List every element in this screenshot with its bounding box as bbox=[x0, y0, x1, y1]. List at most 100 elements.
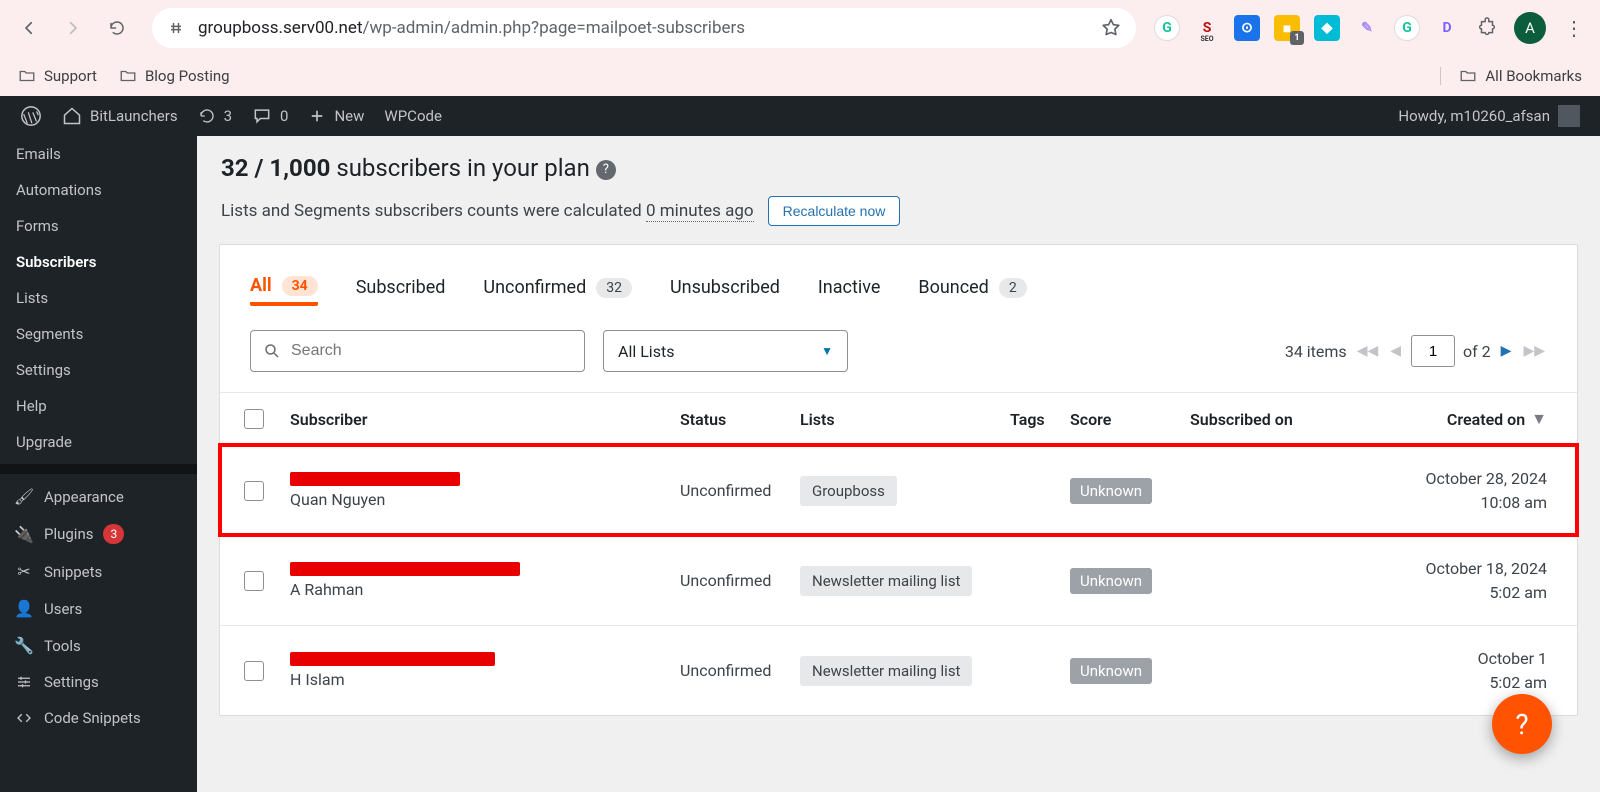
plugins-count-badge: 3 bbox=[103, 524, 124, 544]
row-checkbox[interactable] bbox=[244, 661, 264, 681]
sidebar-segments[interactable]: Segments bbox=[0, 316, 197, 352]
wrench-icon: 🔧 bbox=[14, 636, 34, 655]
items-count: 34 items bbox=[1285, 342, 1347, 361]
extensions-puzzle-icon[interactable] bbox=[1474, 15, 1500, 41]
ext-grammarly-icon[interactable]: G bbox=[1154, 15, 1180, 41]
list-chip[interactable]: Newsletter mailing list bbox=[800, 656, 972, 686]
search-icon bbox=[263, 342, 281, 360]
row-checkbox[interactable] bbox=[244, 481, 264, 501]
score-chip: Unknown bbox=[1070, 658, 1152, 684]
reload-button[interactable] bbox=[100, 11, 134, 45]
sidebar-plugins[interactable]: 🔌 Plugins 3 bbox=[0, 515, 197, 553]
ext-blue-icon[interactable]: ⊙ bbox=[1234, 15, 1260, 41]
comments-indicator[interactable]: 0 bbox=[242, 96, 298, 136]
comment-icon bbox=[252, 106, 272, 126]
tab-unsubscribed[interactable]: Unsubscribed bbox=[670, 275, 780, 300]
ext-g2-icon[interactable]: G bbox=[1394, 15, 1420, 41]
status-cell: Unconfirmed bbox=[680, 571, 800, 590]
ext-pen-icon[interactable]: ✎ bbox=[1354, 15, 1380, 41]
sidebar-help[interactable]: Help bbox=[0, 388, 197, 424]
recalculate-button[interactable]: Recalculate now bbox=[768, 196, 901, 226]
sidebar-snippets[interactable]: ✂ Snippets bbox=[0, 553, 197, 590]
select-all-checkbox[interactable] bbox=[244, 409, 264, 429]
extensions-row: G SSEO ⊙ ■1 ◆ ✎ G D A ⋮ bbox=[1154, 12, 1588, 44]
bookmark-support[interactable]: Support bbox=[18, 67, 97, 85]
redacted-email bbox=[290, 652, 495, 666]
ext-yellow-icon[interactable]: ■1 bbox=[1274, 15, 1300, 41]
created-date: October 15:02 am bbox=[1360, 647, 1567, 695]
wp-admin-bar: BitLaunchers 3 0 New WPCode Howdy, m1026… bbox=[0, 96, 1600, 136]
tab-subscribed[interactable]: Subscribed bbox=[356, 275, 446, 300]
sliders-icon bbox=[14, 673, 34, 691]
page-next-icon[interactable]: ▶ bbox=[1499, 343, 1514, 359]
folder-icon bbox=[1459, 67, 1477, 85]
star-icon[interactable] bbox=[1100, 17, 1122, 39]
sidebar-lists[interactable]: Lists bbox=[0, 280, 197, 316]
list-filter-select[interactable]: All Lists ▼ bbox=[603, 330, 848, 372]
page-prev-icon[interactable]: ◀ bbox=[1388, 343, 1403, 359]
sort-created-on[interactable]: Created on ▼ bbox=[1360, 409, 1567, 429]
pagination: 34 items ◀◀ ◀ of 2 ▶ ▶▶ bbox=[1285, 335, 1547, 367]
wpcode-link[interactable]: WPCode bbox=[374, 96, 452, 136]
update-icon bbox=[198, 107, 216, 125]
page-number-input[interactable] bbox=[1411, 335, 1455, 367]
table-row[interactable]: H Islam Unconfirmed Newsletter mailing l… bbox=[220, 625, 1577, 715]
all-bookmarks[interactable]: All Bookmarks bbox=[1440, 67, 1582, 85]
tab-inactive[interactable]: Inactive bbox=[818, 275, 880, 300]
row-checkbox[interactable] bbox=[244, 571, 264, 591]
list-chip[interactable]: Groupboss bbox=[800, 476, 897, 506]
subscriber-name: H Islam bbox=[290, 670, 680, 689]
ext-seo-icon[interactable]: SSEO bbox=[1194, 15, 1220, 41]
tab-unconfirmed[interactable]: Unconfirmed32 bbox=[483, 275, 632, 300]
sidebar-subscribers[interactable]: Subscribers bbox=[0, 244, 197, 280]
tab-bounced[interactable]: Bounced2 bbox=[918, 275, 1026, 300]
browser-top-bar: groupboss.serv00.net/wp-admin/admin.php?… bbox=[0, 0, 1600, 56]
arrow-right-icon bbox=[64, 19, 82, 37]
sidebar-appearance[interactable]: 🖌 Appearance bbox=[0, 478, 197, 515]
chrome-menu-icon[interactable]: ⋮ bbox=[1560, 16, 1588, 40]
tab-all[interactable]: All34 bbox=[250, 275, 318, 306]
folder-icon bbox=[119, 67, 137, 85]
new-content[interactable]: New bbox=[298, 96, 374, 136]
subscriber-name: A Rahman bbox=[290, 580, 680, 599]
search-input[interactable] bbox=[250, 330, 585, 372]
sidebar-users[interactable]: 👤 Users bbox=[0, 590, 197, 627]
forward-button[interactable] bbox=[56, 11, 90, 45]
list-chip[interactable]: Newsletter mailing list bbox=[800, 566, 972, 596]
wp-logo[interactable] bbox=[10, 96, 52, 136]
page-last-icon[interactable]: ▶▶ bbox=[1521, 343, 1547, 359]
url-text: groupboss.serv00.net/wp-admin/admin.php?… bbox=[198, 18, 1088, 38]
arrow-left-icon bbox=[20, 19, 38, 37]
folder-icon bbox=[18, 67, 36, 85]
table-row[interactable]: Quan Nguyen Unconfirmed Groupboss Unknow… bbox=[220, 445, 1577, 535]
sidebar-upgrade[interactable]: Upgrade bbox=[0, 424, 197, 460]
help-fab[interactable]: ? bbox=[1492, 694, 1552, 754]
table-row[interactable]: A Rahman Unconfirmed Newsletter mailing … bbox=[220, 535, 1577, 625]
sort-desc-icon: ▼ bbox=[1531, 409, 1547, 429]
updates-indicator[interactable]: 3 bbox=[188, 96, 242, 136]
sidebar-automations[interactable]: Automations bbox=[0, 172, 197, 208]
howdy-user[interactable]: Howdy, m10260_afsan bbox=[1388, 96, 1590, 136]
sidebar-code-snippets[interactable]: Code Snippets bbox=[0, 700, 197, 736]
site-name[interactable]: BitLaunchers bbox=[52, 96, 188, 136]
sidebar-emails[interactable]: Emails bbox=[0, 136, 197, 172]
help-tooltip-icon[interactable]: ? bbox=[596, 160, 616, 180]
sidebar-settings[interactable]: Settings bbox=[0, 352, 197, 388]
address-bar[interactable]: groupboss.serv00.net/wp-admin/admin.php?… bbox=[152, 8, 1136, 48]
main-content: 32 / 1,000 subscribers in your plan ? Li… bbox=[197, 136, 1600, 792]
back-button[interactable] bbox=[12, 11, 46, 45]
sidebar-forms[interactable]: Forms bbox=[0, 208, 197, 244]
sidebar-wp-settings[interactable]: Settings bbox=[0, 664, 197, 700]
score-chip: Unknown bbox=[1070, 478, 1152, 504]
table-header: Subscriber Status Lists Tags Score Subsc… bbox=[220, 392, 1577, 445]
created-date: October 28, 202410:08 am bbox=[1360, 467, 1567, 515]
sidebar-tools[interactable]: 🔧 Tools bbox=[0, 627, 197, 664]
bookmark-blog[interactable]: Blog Posting bbox=[119, 67, 230, 85]
site-settings-icon bbox=[166, 18, 186, 38]
ext-teal-icon[interactable]: ◆ bbox=[1314, 15, 1340, 41]
toolbar-row: All Lists ▼ 34 items ◀◀ ◀ of 2 ▶ ▶▶ bbox=[220, 310, 1577, 392]
page-first-icon[interactable]: ◀◀ bbox=[1355, 343, 1381, 359]
profile-avatar[interactable]: A bbox=[1514, 12, 1546, 44]
ext-d-icon[interactable]: D bbox=[1434, 15, 1460, 41]
redacted-email bbox=[290, 562, 520, 576]
